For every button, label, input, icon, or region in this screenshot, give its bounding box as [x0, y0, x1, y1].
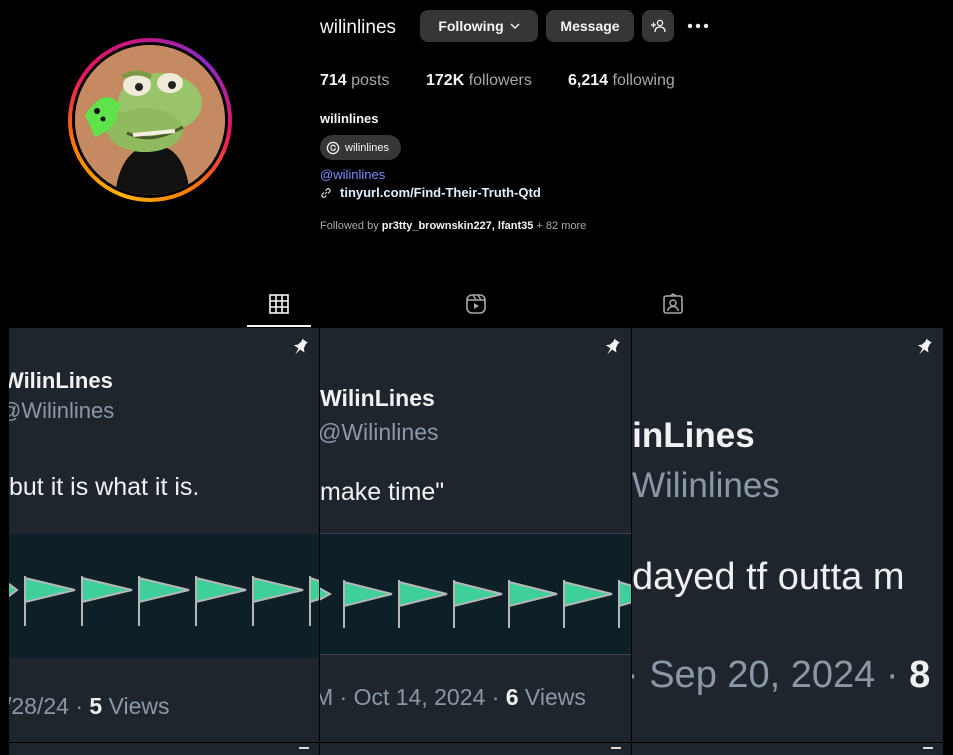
post-tile[interactable] [9, 743, 319, 755]
bio-mention-link[interactable]: @wilinlines [320, 167, 385, 182]
post-views-count: 8 [909, 654, 931, 696]
post-author-handle: Wilinlines [632, 466, 780, 505]
flag-emoji-row [320, 534, 631, 654]
followers-count-label: followers [468, 72, 532, 89]
followed-by-users: pr3tty_brownskin227, lfant35 [381, 220, 534, 232]
pinned-post-icon [923, 747, 933, 755]
profile-full-name: wilinlines [320, 111, 379, 126]
suggested-users-button[interactable] [642, 10, 674, 42]
post-views-label: Views [518, 684, 586, 710]
post-tile[interactable] [632, 743, 943, 755]
post-text: but it is what it is. [9, 473, 200, 501]
post-views-count: 5 [89, 693, 103, 719]
post-meta: /28/24 · 5 Views [9, 693, 170, 720]
post-text: dayed tf outta m [632, 556, 905, 598]
post-tile[interactable] [320, 743, 631, 755]
pinned-post-icon [299, 747, 309, 755]
post-date: /28/24 · [9, 693, 90, 719]
tab-posts[interactable] [247, 289, 311, 327]
followed-by-text[interactable]: Followed by pr3tty_brownskin227, lfant35… [320, 220, 586, 232]
post-author-handle: @Wilinlines [9, 398, 115, 423]
posts-count: 714 posts [320, 72, 389, 90]
following-count-value: 6,214 [568, 72, 609, 89]
post-tile[interactable]: WilinLines Wilinlines dayed tf outta m ·… [632, 328, 943, 742]
green-flag-emoji-icons [9, 576, 319, 626]
threads-chip-label: wilinlines [345, 141, 390, 154]
post-author-name: WilinLines [632, 416, 755, 455]
following-count-label: following [612, 72, 675, 89]
following-count[interactable]: 6,214 following [568, 72, 675, 90]
profile-username: wilinlines [320, 17, 397, 38]
post-author-name: WilinLines [320, 385, 435, 411]
tagged-icon [663, 293, 683, 314]
pinned-post-icon [605, 338, 620, 355]
threads-profile-chip[interactable]: wilinlines [320, 135, 401, 160]
followers-count-value: 172K [426, 72, 465, 89]
link-icon [321, 187, 331, 198]
avatar [75, 45, 225, 195]
posts-count-value: 714 [320, 72, 347, 89]
bio-website-link[interactable]: tinyurl.com/Find-Their-Truth-Qtd [320, 185, 541, 200]
post-date: · Sep 20, 2024 · [632, 654, 910, 696]
tweet-divider [320, 654, 631, 655]
post-text: make time" [320, 478, 445, 506]
message-button[interactable]: Message [546, 10, 634, 42]
avatar-frog-illustration [75, 45, 225, 195]
profile-avatar-story-ring[interactable] [68, 38, 232, 202]
tab-reels[interactable] [444, 289, 508, 327]
followers-count[interactable]: 172K followers [426, 72, 532, 90]
followed-by-more: + 82 more [533, 220, 587, 232]
grid-icon [269, 294, 289, 314]
posts-count-label: posts [351, 72, 390, 89]
pinned-post-icon [293, 338, 308, 355]
pinned-post-icon [611, 747, 621, 755]
post-views-count: 6 [505, 684, 519, 710]
post-tile[interactable]: WilinLines @Wilinlines make time" M · Oc… [320, 328, 631, 742]
post-meta: M · Oct 14, 2024 · 6 Views [320, 684, 586, 711]
tab-tagged[interactable] [641, 289, 705, 327]
post-author-name: WilinLines [9, 368, 113, 393]
post-date: M · Oct 14, 2024 · [320, 684, 506, 710]
post-views-label: Views [102, 693, 170, 719]
green-flag-emoji-icons [320, 580, 631, 628]
following-button-label: Following [438, 18, 504, 34]
following-button[interactable]: Following [420, 10, 538, 42]
post-tile[interactable]: WilinLines @Wilinlines but it is what it… [9, 328, 319, 742]
followed-by-prefix: Followed by [320, 220, 382, 232]
reels-icon [466, 294, 486, 314]
website-link-text: tinyurl.com/Find-Their-Truth-Qtd [340, 185, 541, 200]
threads-icon [326, 141, 340, 154]
chevron-down-icon [510, 23, 520, 29]
pinned-post-icon [917, 338, 932, 355]
message-button-label: Message [560, 18, 620, 34]
post-author-handle: @Wilinlines [320, 419, 439, 445]
active-tab-indicator [247, 325, 311, 327]
more-options-icon[interactable] [686, 14, 710, 38]
add-user-icon [651, 19, 666, 33]
post-meta: · Sep 20, 2024 · 8 [632, 654, 930, 697]
flag-emoji-row [9, 534, 319, 658]
